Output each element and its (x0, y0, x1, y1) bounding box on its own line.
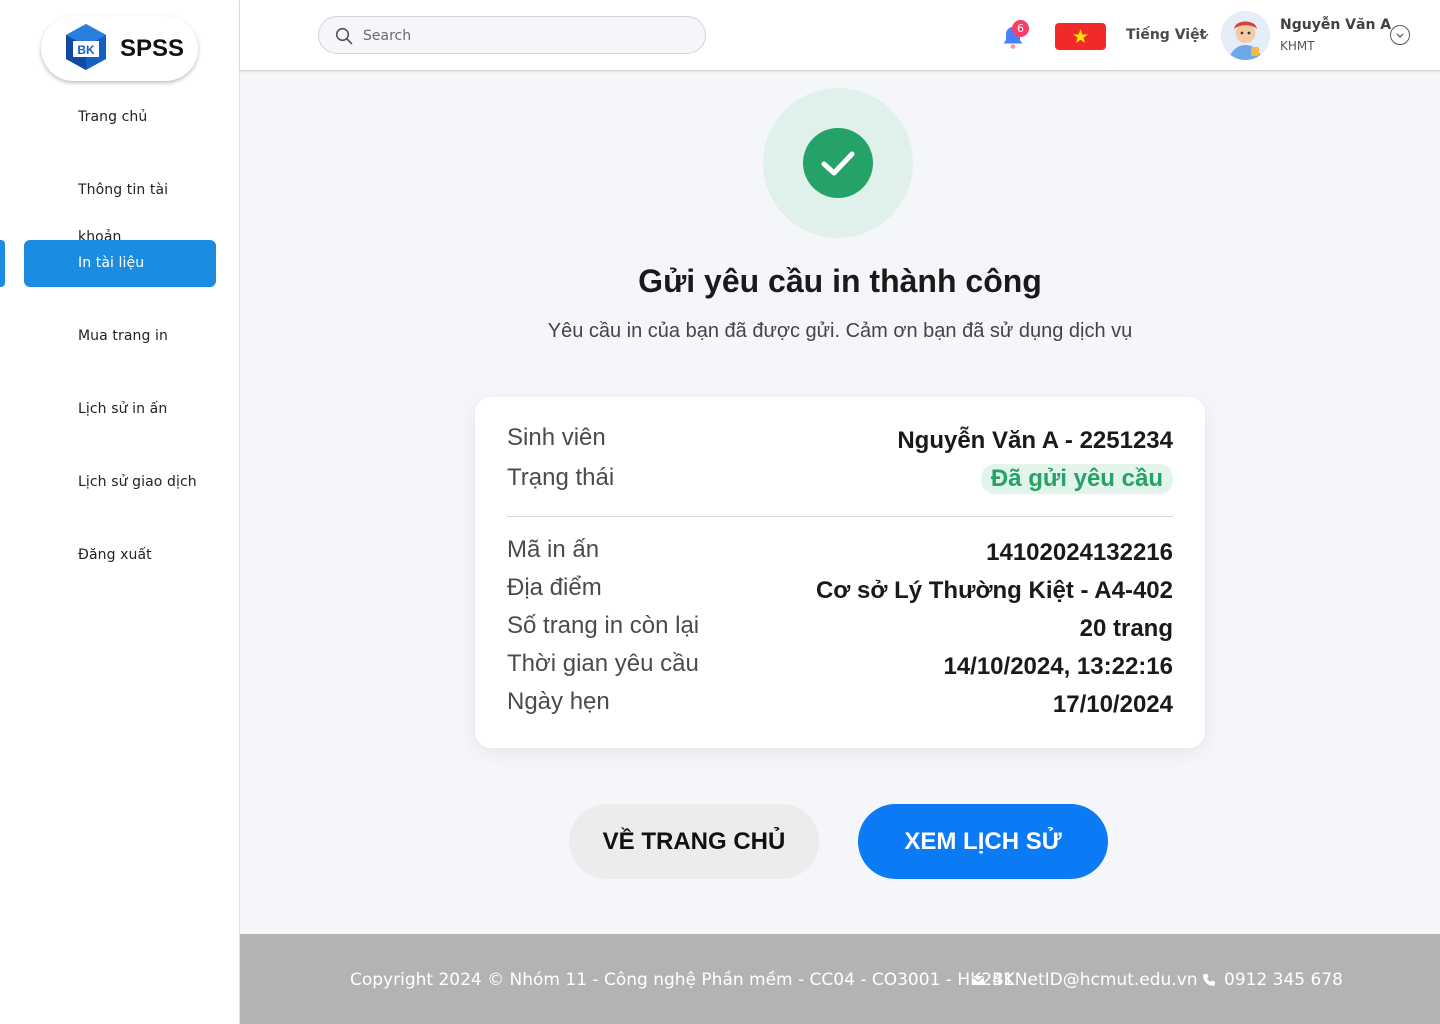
phone-icon (1203, 974, 1215, 986)
card-divider (507, 516, 1173, 517)
page-subtitle: Yêu cầu in của bạn đã được gửi. Cảm ơn b… (547, 320, 1133, 342)
request-time-value: 14/10/2024, 13:22:16 (943, 653, 1173, 680)
student-row: Sinh viên Nguyễn Văn A - 2251234 (507, 424, 1173, 458)
sidebar-item-print-document[interactable]: In tài liệu (24, 240, 216, 287)
search-input[interactable] (363, 25, 683, 47)
active-indicator (0, 240, 5, 287)
page-title: Gửi yêu cầu in thành công (638, 263, 1042, 299)
remaining-pages-value: 20 trang (1079, 615, 1173, 642)
footer-copyright: Copyright 2024 © Nhóm 11 - Công nghệ Phầ… (350, 970, 1014, 990)
sidebar-item-home[interactable]: Trang chủ (24, 94, 216, 141)
user-role: KHMT (1280, 39, 1315, 53)
remaining-pages-label: Số trang in còn lại (507, 612, 700, 639)
top-header: 6 Tiếng Việt Nguyễn Văn A KHMT (240, 0, 1440, 71)
avatar[interactable] (1221, 11, 1270, 60)
flag-star-icon (1073, 29, 1088, 43)
request-time-label: Thời gian yêu cầu (507, 650, 699, 677)
go-home-button[interactable]: VỀ TRANG CHỦ (569, 804, 819, 879)
detail-row: Ngày hẹn 17/10/2024 (507, 688, 1173, 722)
detail-row: Địa điểm Cơ sở Lý Thường Kiệt - A4-402 (507, 574, 1173, 608)
student-value: Nguyễn Văn A - 2251234 (897, 427, 1173, 454)
pickup-date-value: 17/10/2024 (1052, 691, 1173, 718)
language-selector[interactable]: Tiếng Việt (1126, 27, 1206, 43)
detail-row: Mã in ấn 14102024132216 (507, 536, 1173, 570)
print-code-label: Mã in ấn (507, 536, 600, 563)
mail-icon (972, 976, 984, 985)
search-bar[interactable] (318, 16, 706, 54)
chevron-down-icon (1396, 33, 1404, 38)
avatar-image-icon (1221, 11, 1270, 60)
vietnam-flag-icon[interactable] (1055, 23, 1106, 50)
bk-logo-icon: BK (66, 24, 106, 70)
app-name: SPSS (120, 35, 185, 62)
page-footer: Copyright 2024 © Nhóm 11 - Công nghệ Phầ… (240, 934, 1440, 1024)
status-label: Trạng thái (507, 464, 615, 491)
sidebar-item-transaction-history[interactable]: Lịch sử giao dịch (24, 459, 216, 506)
checkmark-icon (821, 151, 855, 176)
profile-menu-button[interactable] (1390, 25, 1410, 45)
request-summary-card: Sinh viên Nguyễn Văn A - 2251234 Trạng t… (475, 397, 1205, 748)
chevron-down-icon[interactable] (1198, 30, 1210, 42)
student-label: Sinh viên (507, 424, 606, 451)
location-label: Địa điểm (507, 574, 602, 601)
success-badge (763, 88, 913, 238)
search-icon (335, 27, 353, 45)
sidebar-item-print-history[interactable]: Lịch sử in ấn (24, 386, 216, 433)
status-badge: Đã gửi yêu cầu (980, 464, 1173, 494)
sidebar-item-account-info[interactable]: Thông tin tài khoản (24, 167, 216, 245)
footer-email-link[interactable]: BKNetID@hcmut.edu.vn (992, 970, 1198, 990)
detail-row: Số trang in còn lại 20 trang (507, 612, 1173, 646)
sidebar-item-buy-pages[interactable]: Mua trang in (24, 313, 216, 360)
main-content: Gửi yêu cầu in thành công Yêu cầu in của… (240, 71, 1440, 934)
status-row: Trạng thái Đã gửi yêu cầu (507, 464, 1173, 498)
user-name: Nguyễn Văn A (1280, 17, 1392, 33)
notification-badge: 6 (1012, 20, 1029, 37)
location-value: Cơ sở Lý Thường Kiệt - A4-402 (815, 577, 1173, 604)
view-history-button[interactable]: XEM LỊCH SỬ (858, 804, 1108, 879)
app-logo[interactable]: BK SPSS (41, 16, 198, 81)
detail-row: Thời gian yêu cầu 14/10/2024, 13:22:16 (507, 650, 1173, 684)
pickup-date-label: Ngày hẹn (507, 688, 610, 715)
success-circle (803, 128, 873, 198)
logo-mark-text: BK (77, 43, 95, 57)
print-code-value: 14102024132216 (986, 539, 1173, 566)
sidebar-item-logout[interactable]: Đăng xuất (24, 532, 216, 579)
sidebar: BK SPSS Trang chủ Thông tin tài khoản In… (0, 0, 240, 1024)
footer-phone: 0912 345 678 (1224, 970, 1343, 990)
